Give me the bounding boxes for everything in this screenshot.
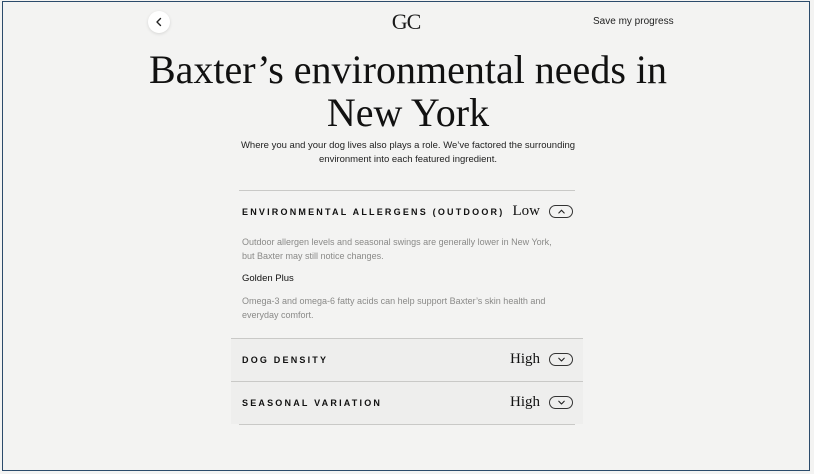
page-subtitle: Where you and your dog lives also plays … — [240, 140, 576, 165]
page-frame: GC Save my progress Baxter’s environment… — [2, 1, 810, 471]
brand-logo: GC — [391, 9, 422, 34]
save-progress-link[interactable]: Save my progress — [593, 16, 674, 27]
back-button[interactable] — [148, 11, 170, 33]
chevron-down-icon — [557, 400, 565, 405]
chevron-down-icon — [557, 357, 565, 362]
accordion-level: High — [510, 394, 540, 410]
accordion-label: SEASONAL VARIATION — [242, 398, 383, 408]
accordion-label: ENVIRONMENTAL ALLERGENS (OUTDOOR) — [242, 207, 505, 217]
featured-ingredient: Golden Plus — [242, 273, 294, 284]
accordion-body-environmental-allergens: Outdoor allergen levels and seasonal swi… — [231, 233, 583, 338]
chevron-up-icon — [557, 209, 565, 214]
page-title: Baxter’s environmental needs in New York — [148, 47, 667, 135]
expand-button[interactable] — [549, 396, 573, 409]
accordion-item-environmental-allergens: ENVIRONMENTAL ALLERGENS (OUTDOOR) Low Ou… — [239, 190, 575, 338]
accordion-header-dog-density[interactable]: DOG DENSITY High — [231, 339, 583, 381]
environment-accordion: ENVIRONMENTAL ALLERGENS (OUTDOOR) Low Ou… — [231, 190, 583, 425]
chevron-left-icon — [156, 17, 162, 27]
accordion-header-seasonal-variation[interactable]: SEASONAL VARIATION High — [231, 382, 583, 424]
collapse-button[interactable] — [549, 205, 573, 218]
ingredient-note: Omega-3 and omega-6 fatty acids can help… — [242, 296, 546, 320]
accordion-item-seasonal-variation: SEASONAL VARIATION High — [231, 381, 583, 424]
accordion-item-dog-density: DOG DENSITY High — [231, 338, 583, 381]
accordion-header-environmental-allergens[interactable]: ENVIRONMENTAL ALLERGENS (OUTDOOR) Low — [231, 191, 583, 233]
expand-button[interactable] — [549, 353, 573, 366]
accordion-level: High — [510, 351, 540, 367]
allergen-description: Outdoor allergen levels and seasonal swi… — [242, 237, 552, 261]
accordion-level: Low — [512, 203, 541, 219]
accordion-label: DOG DENSITY — [242, 355, 329, 365]
accordion-bottom-divider — [239, 424, 575, 425]
